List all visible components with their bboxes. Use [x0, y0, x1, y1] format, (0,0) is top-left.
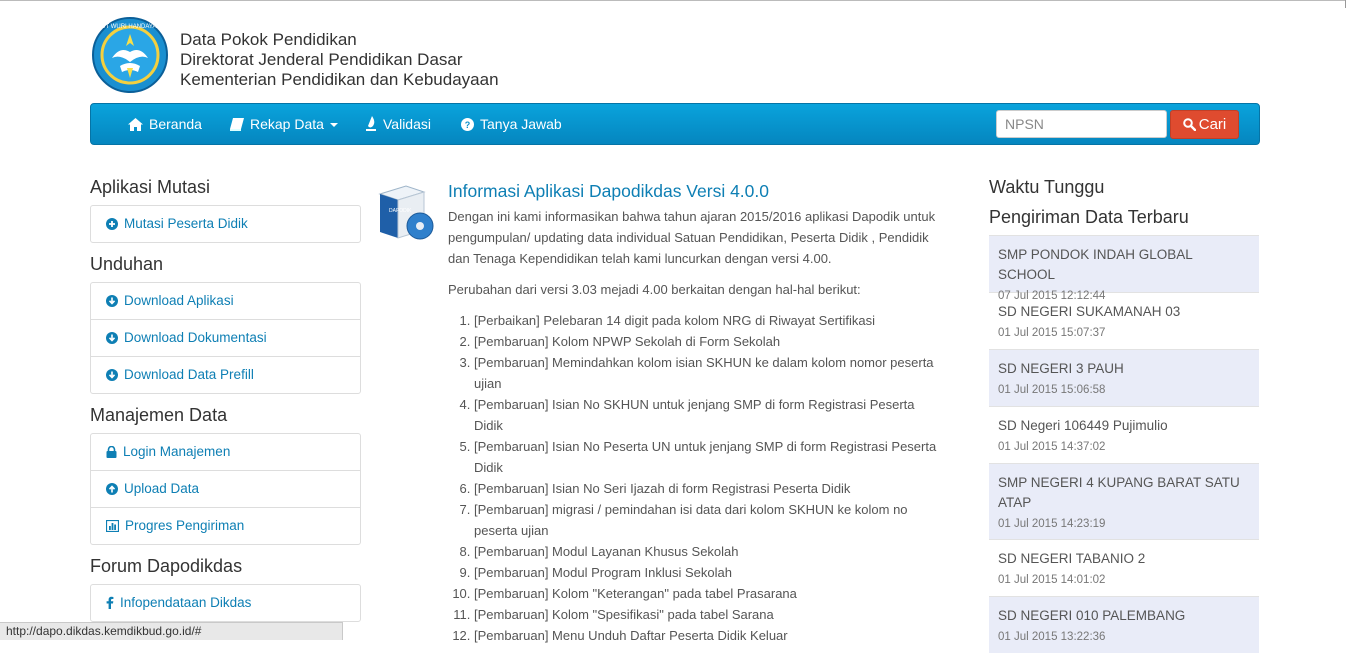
- upload-time: 01 Jul 2015 14:01:02: [998, 574, 1106, 586]
- list-item: [Pembaruan] Menu Unduh Daftar Peserta Di…: [474, 625, 944, 646]
- site-title-line1: Data Pokok Pendidikan: [180, 30, 357, 49]
- changes-list: [Perbaikan] Pelebaran 14 digit pada kolo…: [448, 310, 944, 646]
- upload-circle-icon: [106, 483, 118, 495]
- menu-item-download-aplikasi[interactable]: Download Aplikasi: [91, 283, 360, 319]
- list-item: [Pembaruan] Kolom "Keterangan" pada tabe…: [474, 583, 944, 604]
- book-icon: [230, 118, 244, 131]
- school-name: SMP PONDOK INDAH GLOBAL SCHOOL: [998, 247, 1193, 282]
- list-item: [Pembaruan] Isian No SKHUN untuk jenjang…: [474, 394, 944, 436]
- dapodik-software-box-image: DAPODIK: [378, 185, 434, 240]
- school-name: SMP NEGERI 4 KUPANG BARAT SATU ATAP: [998, 475, 1240, 510]
- question-circle-icon: ?: [461, 118, 474, 131]
- school-name: SD NEGERI TABANIO 2: [998, 551, 1146, 566]
- site-title-line3: Kementerian Pendidikan dan Kebudayaan: [180, 70, 499, 89]
- home-icon: [128, 118, 143, 131]
- menu-item-download-data-prefill[interactable]: Download Data Prefill: [91, 356, 360, 393]
- list-item: SD Negeri 106449 Pujimulio 01 Jul 2015 1…: [989, 406, 1259, 463]
- list-item: SD NEGERI 010 PALEMBANG 01 Jul 2015 13:2…: [989, 596, 1259, 653]
- chevron-down-icon: [329, 123, 338, 127]
- nav-beranda[interactable]: Beranda: [128, 104, 202, 144]
- menu-forum: Infopendataan Dikdas: [90, 584, 361, 622]
- main-navbar: Beranda Rekap Data Validasi ? Tanya Jawa…: [90, 103, 1260, 145]
- list-item: [Pembaruan] Isian No Peserta UN untuk je…: [474, 436, 944, 478]
- menu-item-label: Upload Data: [124, 481, 200, 496]
- menu-aplikasi-mutasi: Mutasi Peserta Didik: [90, 205, 361, 243]
- school-name: SD Negeri 106449 Pujimulio: [998, 418, 1168, 433]
- nav-validasi[interactable]: Validasi: [365, 104, 431, 144]
- menu-item-label: Progres Pengiriman: [125, 518, 245, 533]
- upload-time: 01 Jul 2015 14:37:02: [998, 441, 1106, 453]
- search-icon: [1182, 118, 1196, 132]
- nav-tanya-label: Tanya Jawab: [480, 116, 562, 132]
- heading-aplikasi-mutasi: Aplikasi Mutasi: [90, 177, 211, 197]
- list-item: SMP PONDOK INDAH GLOBAL SCHOOL 07 Jul 20…: [989, 235, 1259, 302]
- browser-status-url: http://dapo.dikdas.kemdikbud.go.id/#: [0, 622, 343, 640]
- menu-unduhan: Download Aplikasi Download Dokumentasi D…: [90, 282, 361, 394]
- heading-pengiriman-data-terbaru: Pengiriman Data Terbaru: [989, 207, 1189, 227]
- menu-item-progres-pengiriman[interactable]: Progres Pengiriman: [91, 507, 360, 544]
- plus-circle-icon: [106, 218, 118, 230]
- heading-manajemen-data: Manajemen Data: [90, 405, 228, 425]
- menu-item-label: Login Manajemen: [123, 444, 231, 459]
- browser-top-edge: [0, 0, 1346, 8]
- list-item: [Pembaruan] Isian No Seri Ijazah di form…: [474, 478, 944, 499]
- bar-chart-icon: [105, 519, 120, 533]
- upload-time: 01 Jul 2015 14:23:19: [998, 518, 1106, 530]
- list-item: [Pembaruan] Modul Program Inklusi Sekola…: [474, 562, 944, 583]
- menu-item-label: Infopendataan Dikdas: [120, 595, 252, 610]
- lock-icon: [106, 445, 117, 458]
- list-item: [Perbaikan] Pelebaran 14 digit pada kolo…: [474, 310, 944, 331]
- site-title-line2: Direktorat Jenderal Pendidikan Dasar: [180, 50, 463, 69]
- menu-item-upload-data[interactable]: Upload Data: [91, 470, 360, 507]
- menu-manajemen-data: Login Manajemen Upload Data Progres Peng…: [90, 433, 361, 545]
- menu-item-label: Download Data Prefill: [124, 367, 254, 382]
- site-titles: Data Pokok Pendidikan Direktorat Jendera…: [180, 30, 499, 90]
- svg-text:DAPODIK: DAPODIK: [389, 208, 412, 214]
- list-item: SMP NEGERI 4 KUPANG BARAT SATU ATAP 01 J…: [989, 463, 1259, 539]
- list-item: [Pembaruan] Memindahkan kolom isian SKHU…: [474, 352, 944, 394]
- tut-wuri-handayani-logo: TUT WURI HANDAYANI: [92, 17, 168, 93]
- school-name: SD NEGERI 3 PAUH: [998, 361, 1124, 376]
- list-item: [Pembaruan] Kolom NPWP Sekolah di Form S…: [474, 331, 944, 352]
- upload-queue-list: SMP PONDOK INDAH GLOBAL SCHOOL 07 Jul 20…: [989, 235, 1259, 653]
- download-circle-icon: [106, 332, 118, 344]
- info-intro-paragraph: Dengan ini kami informasikan bahwa tahun…: [448, 209, 936, 266]
- nav-rekap-label: Rekap Data: [250, 116, 324, 132]
- heading-waktu-tunggu: Waktu Tunggu: [989, 177, 1105, 197]
- svg-text:TUT WURI HANDAYANI: TUT WURI HANDAYANI: [97, 24, 162, 30]
- info-title: Informasi Aplikasi Dapodikdas Versi 4.0.…: [448, 181, 769, 201]
- svg-text:?: ?: [465, 120, 471, 130]
- upload-time: 01 Jul 2015 13:22:36: [998, 631, 1106, 643]
- list-item: [Pembaruan] Kolom "Spesifikasi" pada tab…: [474, 604, 944, 625]
- heading-forum-dapodikdas: Forum Dapodikdas: [90, 556, 243, 576]
- heading-unduhan: Unduhan: [90, 254, 164, 274]
- menu-item-login-manajemen[interactable]: Login Manajemen: [91, 434, 360, 470]
- nav-validasi-label: Validasi: [383, 116, 431, 132]
- download-circle-icon: [106, 369, 118, 381]
- npsn-search-input[interactable]: [996, 110, 1167, 138]
- nav-beranda-label: Beranda: [149, 116, 202, 132]
- menu-item-label: Mutasi Peserta Didik: [124, 216, 248, 231]
- list-item: SD NEGERI TABANIO 2 01 Jul 2015 14:01:02: [989, 539, 1259, 596]
- menu-item-infopendataan-dikdas[interactable]: Infopendataan Dikdas: [91, 585, 360, 621]
- changes-intro: Perubahan dari versi 3.03 mejadi 4.00 be…: [448, 282, 861, 297]
- menu-item-label: Download Dokumentasi: [124, 330, 267, 345]
- tint-icon: [366, 116, 376, 131]
- nav-rekap-data[interactable]: Rekap Data: [230, 104, 338, 144]
- upload-time: 01 Jul 2015 15:07:37: [998, 327, 1106, 339]
- menu-item-download-dokumentasi[interactable]: Download Dokumentasi: [91, 319, 360, 356]
- menu-item-mutasi-peserta-didik[interactable]: Mutasi Peserta Didik: [91, 206, 360, 242]
- school-name: SD NEGERI SUKAMANAH 03: [998, 304, 1181, 319]
- menu-item-label: Download Aplikasi: [124, 293, 234, 308]
- upload-time: 01 Jul 2015 15:06:58: [998, 384, 1106, 396]
- school-name: SD NEGERI 010 PALEMBANG: [998, 608, 1186, 623]
- facebook-icon: [106, 596, 114, 609]
- nav-tanya-jawab[interactable]: ? Tanya Jawab: [461, 104, 562, 144]
- cari-button-label: Cari: [1198, 116, 1227, 133]
- list-item: [Pembaruan] migrasi / pemindahan isi dat…: [474, 499, 944, 541]
- list-item: [Pembaruan] Modul Layanan Khusus Sekolah: [474, 541, 944, 562]
- list-item: SD NEGERI 3 PAUH 01 Jul 2015 15:06:58: [989, 349, 1259, 406]
- cari-button[interactable]: Cari: [1170, 110, 1239, 139]
- download-circle-icon: [106, 295, 118, 307]
